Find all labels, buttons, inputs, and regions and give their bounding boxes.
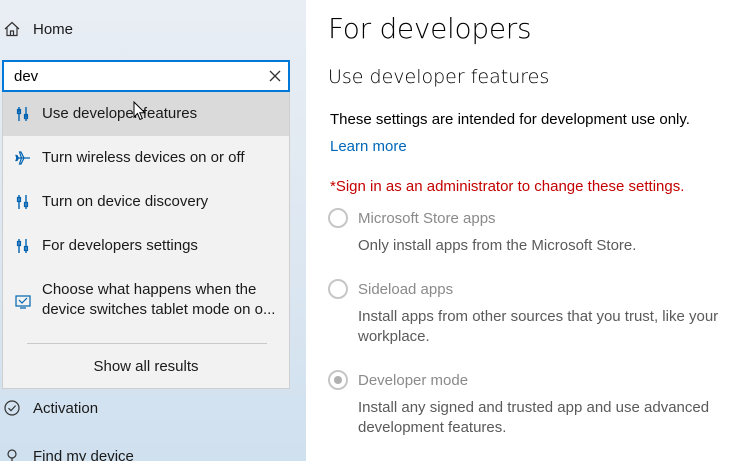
- developer-tools-icon: [16, 107, 29, 121]
- clear-icon[interactable]: [268, 69, 282, 83]
- developer-tools-icon: [16, 195, 29, 209]
- result-turn-on-device-discovery[interactable]: Turn on device discovery: [3, 180, 289, 224]
- radio-button[interactable]: [328, 208, 348, 228]
- result-turn-wireless-devices[interactable]: Turn wireless devices on or off: [3, 136, 289, 180]
- radio-button-selected[interactable]: [328, 370, 348, 390]
- results-divider: [27, 343, 267, 344]
- find-device-icon: [7, 449, 17, 461]
- nav-item-find-my-device[interactable]: Find my device: [0, 436, 306, 461]
- result-label: Turn on device discovery: [42, 193, 209, 210]
- developer-tools-icon: [16, 239, 29, 253]
- radio-label: Microsoft Store apps: [358, 209, 496, 227]
- home-icon: [4, 21, 20, 37]
- result-label-line: Choose what happens when the: [42, 281, 257, 298]
- learn-more-link[interactable]: Learn more: [330, 138, 407, 155]
- nav-item-activation[interactable]: Activation: [0, 388, 306, 428]
- option-developer-mode[interactable]: Developer mode: [328, 369, 468, 391]
- section-description: These settings are intended for developm…: [330, 111, 690, 128]
- nav-item-label: Activation: [33, 399, 99, 417]
- show-all-results-button[interactable]: Show all results: [3, 348, 289, 386]
- search-input[interactable]: [4, 62, 260, 90]
- option-description: Install any signed and trusted app and u…: [358, 399, 710, 436]
- result-label: Choose what happens when the device swit…: [42, 280, 282, 320]
- search-results-dropdown: Use developer features Turn wireless dev…: [2, 92, 290, 389]
- option-description: Only install apps from the Microsoft Sto…: [358, 237, 637, 254]
- tablet-mode-icon: [15, 295, 31, 309]
- result-for-developers-settings[interactable]: For developers settings: [3, 224, 289, 268]
- nav-item-home[interactable]: Home: [0, 9, 306, 49]
- result-label: Use developer features: [42, 105, 198, 122]
- result-tablet-mode[interactable]: Choose what happens when the device swit…: [3, 276, 289, 332]
- search-box[interactable]: [2, 60, 290, 92]
- section-title: Use developer features: [328, 66, 550, 88]
- option-description: Install apps from other sources that you…: [358, 308, 719, 345]
- activation-check-icon: [4, 400, 20, 416]
- settings-content: For developers Use developer features Th…: [306, 0, 747, 461]
- mouse-cursor-icon: [133, 101, 147, 121]
- airplane-icon: [15, 151, 30, 165]
- option-sideload-apps[interactable]: Sideload apps: [328, 278, 453, 300]
- nav-item-label: Home: [33, 20, 74, 38]
- radio-button[interactable]: [328, 279, 348, 299]
- result-label: For developers settings: [42, 237, 198, 254]
- option-microsoft-store-apps[interactable]: Microsoft Store apps: [328, 207, 496, 229]
- radio-label: Developer mode: [358, 371, 469, 389]
- result-label-line: device switches tablet mode on o...: [42, 301, 276, 318]
- radio-label: Sideload apps: [358, 280, 454, 298]
- admin-warning: *Sign in as an administrator to change t…: [330, 178, 685, 195]
- nav-item-label: Find my device: [33, 447, 134, 461]
- result-label: Turn wireless devices on or off: [42, 149, 245, 166]
- page-title: For developers: [328, 12, 532, 45]
